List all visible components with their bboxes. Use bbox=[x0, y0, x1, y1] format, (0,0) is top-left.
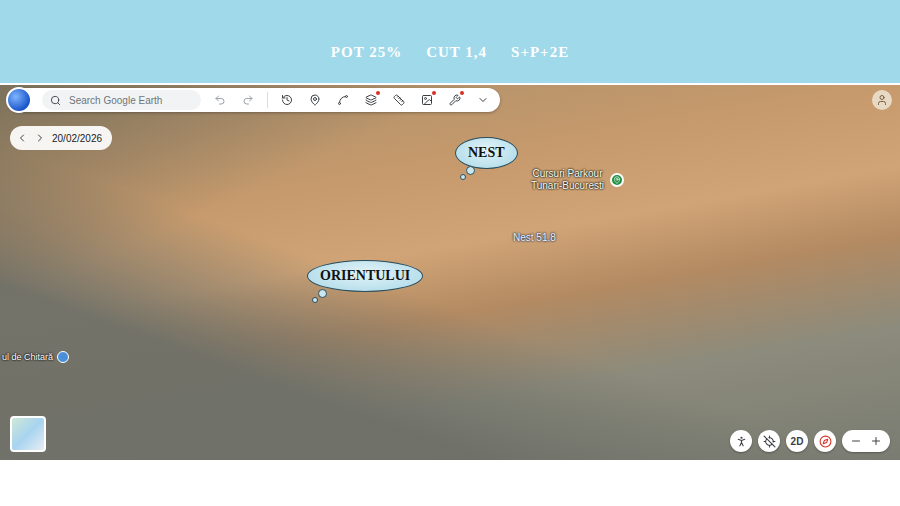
person-icon bbox=[735, 435, 748, 448]
compass-button[interactable] bbox=[814, 430, 836, 452]
toolbar-button[interactable] bbox=[474, 91, 492, 109]
road-name: Nest 51.8 bbox=[513, 232, 556, 243]
slide-footer bbox=[0, 460, 900, 506]
notification-dot bbox=[376, 91, 380, 95]
search-icon bbox=[50, 95, 61, 106]
locate-off-icon bbox=[763, 435, 776, 448]
toolbar-button[interactable] bbox=[446, 91, 464, 109]
notification-dot bbox=[460, 91, 464, 95]
earth-map[interactable]: Search Google Earth 20/02/2026 NEST ORIENTU… bbox=[0, 85, 900, 460]
undo-button[interactable] bbox=[211, 91, 229, 109]
path-icon bbox=[337, 94, 349, 106]
cloud-callout: NEST bbox=[455, 137, 518, 169]
cloud-tail bbox=[312, 297, 318, 303]
location-button[interactable] bbox=[758, 430, 780, 452]
chevron-down-icon bbox=[477, 94, 489, 106]
toolbar-divider bbox=[267, 92, 268, 108]
date-nav: 20/02/2026 bbox=[10, 126, 112, 150]
zoom-control bbox=[842, 430, 890, 452]
cloud-tail bbox=[318, 289, 327, 298]
place-label[interactable]: Cursuri ParkourTunari-Bucuresti bbox=[531, 168, 624, 192]
toolbar-button[interactable] bbox=[306, 91, 324, 109]
map-controls: 2D bbox=[730, 430, 890, 452]
toolbar: Search Google Earth bbox=[8, 88, 500, 112]
cloud-label: NEST bbox=[455, 137, 518, 169]
earth-logo-icon[interactable] bbox=[6, 87, 32, 113]
chevron-right-icon[interactable] bbox=[34, 132, 46, 144]
header-item: POT 25% bbox=[331, 44, 402, 61]
user-icon bbox=[876, 94, 888, 106]
notification-dot bbox=[432, 91, 436, 95]
chevron-left-icon[interactable] bbox=[16, 132, 28, 144]
cloud-tail bbox=[460, 174, 466, 180]
undo-icon bbox=[214, 94, 226, 106]
place-pin-icon[interactable] bbox=[610, 173, 624, 187]
cloud-tail bbox=[466, 166, 475, 175]
road-label: Nest 51.8 bbox=[513, 227, 556, 245]
search-field[interactable]: Search Google Earth bbox=[42, 90, 201, 110]
poi-icon[interactable] bbox=[57, 351, 69, 363]
cloud-text: ORIENTULUI bbox=[320, 268, 410, 283]
tools-icon bbox=[449, 94, 461, 106]
redo-button[interactable] bbox=[239, 91, 257, 109]
toolbar-button[interactable] bbox=[390, 91, 408, 109]
history-icon bbox=[281, 94, 293, 106]
header-item: CUT 1,4 bbox=[426, 44, 487, 61]
ruler-icon bbox=[393, 94, 405, 106]
header-band: POT 25% CUT 1,4 S+P+2E bbox=[0, 0, 900, 83]
imagery-date: 20/02/2026 bbox=[52, 133, 102, 144]
toolbar-button[interactable] bbox=[362, 91, 380, 109]
account-avatar[interactable] bbox=[872, 90, 892, 110]
street-view-button[interactable] bbox=[730, 430, 752, 452]
toolbar-button[interactable] bbox=[278, 91, 296, 109]
cloud-text: NEST bbox=[468, 145, 505, 160]
redo-icon bbox=[242, 94, 254, 106]
toolbar-button[interactable] bbox=[418, 91, 436, 109]
poi-label[interactable]: ul de Chitară bbox=[2, 351, 69, 363]
map-style-thumbnail[interactable] bbox=[10, 416, 46, 452]
image-icon bbox=[421, 94, 433, 106]
placemark-icon bbox=[309, 94, 321, 106]
zoom-in-icon[interactable] bbox=[870, 435, 882, 447]
compass-icon bbox=[819, 435, 832, 448]
layers-icon bbox=[365, 94, 377, 106]
cloud-label: ORIENTULUI bbox=[307, 260, 423, 292]
place-name[interactable]: Cursuri ParkourTunari-Bucuresti bbox=[531, 168, 604, 192]
view-mode-button[interactable]: 2D bbox=[786, 430, 808, 452]
slide: POT 25% CUT 1,4 S+P+2E Search Google Earth 2… bbox=[0, 0, 900, 506]
poi-name[interactable]: ul de Chitară bbox=[2, 352, 53, 362]
cloud-callout: ORIENTULUI bbox=[307, 260, 423, 292]
toolbar-button[interactable] bbox=[334, 91, 352, 109]
header-item: S+P+2E bbox=[511, 44, 569, 61]
search-placeholder: Search Google Earth bbox=[69, 95, 162, 106]
zoom-out-icon[interactable] bbox=[850, 435, 862, 447]
